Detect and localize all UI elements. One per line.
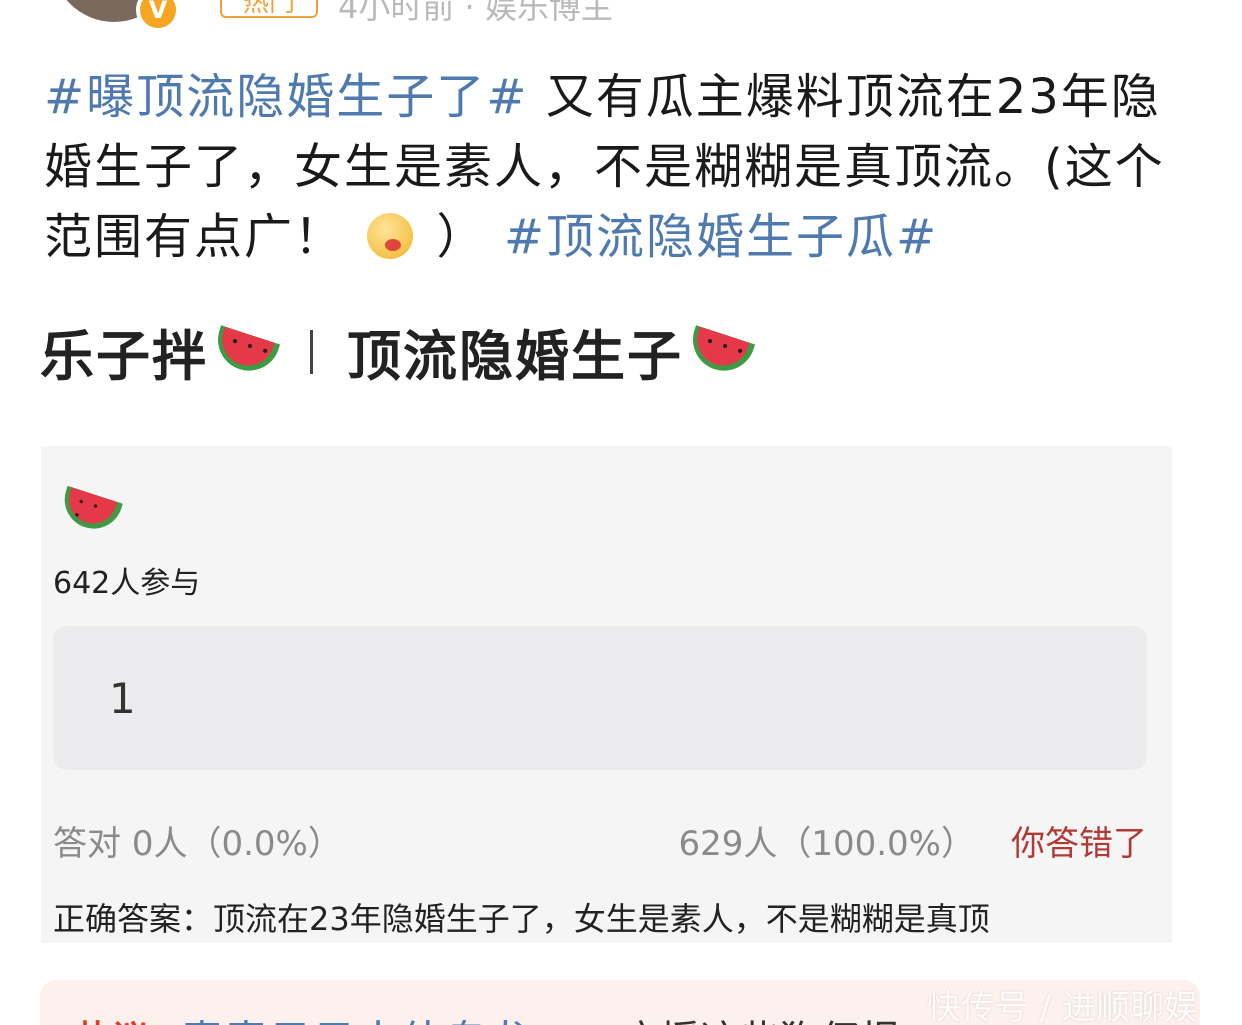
watermelon-icon <box>57 485 123 537</box>
watermelon-icon <box>684 324 756 379</box>
headline-left: 乐子拌 <box>40 325 208 388</box>
headline-right: 顶流隐婚生子 <box>347 325 683 388</box>
post-body-close: ） <box>436 209 487 265</box>
hashtag-link[interactable]: #顶流隐婚生子瓜# <box>504 209 938 265</box>
quiz-icon <box>55 485 123 537</box>
watermelon-icon <box>209 324 281 379</box>
yum-face-icon <box>367 213 414 259</box>
hot-discussion-tag: 热议 <box>76 1010 148 1025</box>
related-topic-text: 应援这些狗仔报 <box>620 1008 900 1025</box>
correct-label: 答对 <box>53 824 121 864</box>
correct-count: 0人（0.0%） <box>131 824 342 864</box>
divider <box>310 329 313 374</box>
participant-count: 642人参与 <box>53 566 201 601</box>
wrong-stats: 629人（100.0%） 你答错了 <box>678 816 1147 865</box>
wrong-count: 629人（100.0%） <box>678 824 975 864</box>
quiz-option-label: 1 <box>109 674 136 723</box>
watermark: 快传号 / 进顺聊娱 <box>926 988 1198 1025</box>
post-header: V 热门 4小时前 · 娱乐博主 <box>0 0 1242 32</box>
correct-stats: 答对 0人（0.0%） <box>53 816 342 865</box>
wrong-label: 你答错了 <box>1011 824 1147 864</box>
verified-badge-icon: V <box>136 0 180 32</box>
hashtag-link[interactable]: #曝顶流隐婚生子了# <box>44 69 528 125</box>
image-headline: 乐子拌 顶流隐婚生子 <box>40 312 756 391</box>
correct-answer: 正确答案：顶流在23年隐婚生子了，女生是素人，不是糊糊是真顶 <box>53 900 990 938</box>
hot-badge: 热门 <box>220 0 318 18</box>
quiz-card: 642人参与 1 答对 0人（0.0%） 629人（100.0%） 你答错了 正确… <box>41 446 1172 943</box>
post-time-source: 4小时前 · 娱乐博主 <box>338 0 613 26</box>
quiz-option[interactable]: 1 <box>53 626 1147 770</box>
related-topic-link[interactable]: 青青日日十佳乌龙 <box>180 1006 532 1025</box>
post-text: #曝顶流隐婚生子了# 又有瓜主爆料顶流在23年隐婚生子了，女生是素人，不是糊糊是… <box>44 62 1204 272</box>
